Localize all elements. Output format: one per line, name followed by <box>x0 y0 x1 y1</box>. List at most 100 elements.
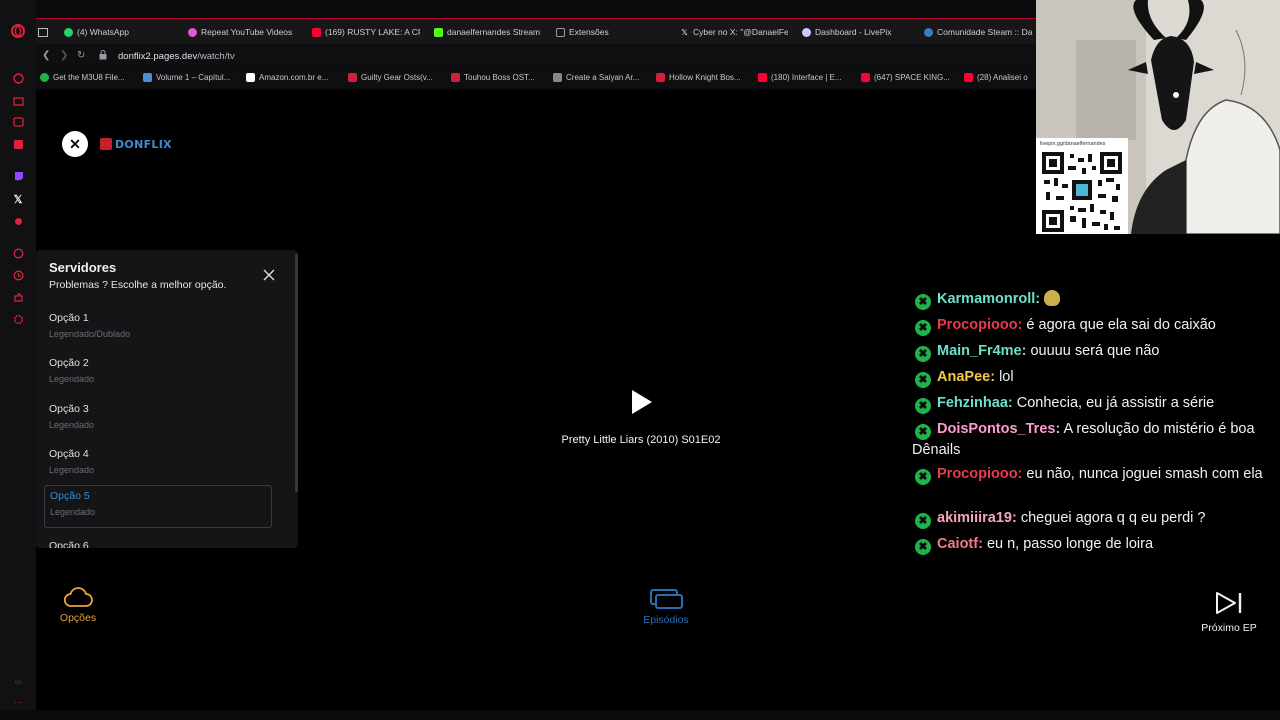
cloud-icon <box>63 587 93 607</box>
chat-username: Procopiooo: <box>937 317 1023 333</box>
bookmark-hollow-knight[interactable]: Hollow Knight Bos... <box>656 73 741 82</box>
kick-badge-icon: ✖ <box>915 539 931 555</box>
panel-scrollbar[interactable] <box>295 254 298 492</box>
tab-repeat-youtube[interactable]: Repeat YouTube Videos <box>188 25 296 39</box>
episodes-button[interactable]: Episódios <box>634 588 698 626</box>
chat-message: ✖ Main_Fr4me: ouuuu será que não <box>912 341 1280 362</box>
bookmark-interface[interactable]: (180) Interface | E... <box>758 73 842 82</box>
tab-kick-stream[interactable]: danaelfernandes Stream <box>434 25 540 39</box>
server-option-2[interactable]: Opção 2 Legendado <box>44 353 272 396</box>
extensions-icon[interactable] <box>10 289 26 305</box>
back-icon[interactable]: ❮ <box>42 50 50 61</box>
forward-icon[interactable]: ❯ <box>60 50 68 61</box>
bookmark-label: Create a Saiyan Ar... <box>566 73 640 82</box>
tab-label: Dashboard - LivePix <box>815 27 892 37</box>
youtube-icon <box>758 73 767 82</box>
option-label: Opção 6 <box>49 540 89 548</box>
option-subtitle: Legendado <box>50 507 96 517</box>
play-icon[interactable] <box>630 388 654 416</box>
amazon-icon <box>246 73 255 82</box>
next-episode-label: Próximo EP <box>1201 622 1257 634</box>
browser-sidebar: 𝕏 ▭ ··· <box>0 0 36 710</box>
tab-label: Repeat YouTube Videos <box>201 27 293 37</box>
opera-logo-icon[interactable] <box>10 23 26 39</box>
url-field[interactable]: donflix2.pages.dev/watch/tv <box>118 51 235 62</box>
episodes-label: Episódios <box>643 614 689 626</box>
bookmark-m3u8[interactable]: Get the M3U8 File... <box>40 73 125 82</box>
chat-text: é agora que ela sai do caixão <box>1026 317 1216 333</box>
options-button[interactable]: Opções <box>50 586 106 624</box>
bookmark-label: Touhou Boss OST... <box>464 73 535 82</box>
panel-title: Servidores <box>49 260 117 275</box>
tab-rusty-lake[interactable]: (169) RUSTY LAKE: A CR <box>312 25 420 39</box>
chat-text: lol <box>999 369 1014 385</box>
server-option-3[interactable]: Opção 3 Legendado <box>44 399 272 442</box>
history-icon[interactable] <box>10 245 26 261</box>
brand-name: DONFLIX <box>115 137 172 151</box>
tab-x-cyber[interactable]: 𝕏 Cyber no X: "@DanaelFe <box>680 25 788 39</box>
chat-username: akimiiira19: <box>937 510 1017 526</box>
tab-livepix[interactable]: Dashboard - LivePix <box>802 25 910 39</box>
tab-label: (4) WhatsApp <box>77 27 129 37</box>
server-option-6[interactable]: Opção 6 <box>44 536 272 548</box>
mail-icon[interactable] <box>10 136 26 152</box>
bookmark-touhou[interactable]: Touhou Boss OST... <box>451 73 535 82</box>
tab-steam[interactable]: Comunidade Steam :: Da <box>924 25 1036 39</box>
chat-text: cheguei agora q q eu perdi ? <box>1020 510 1206 526</box>
option-label: Opção 2 <box>49 357 89 369</box>
kick-badge-icon: ✖ <box>915 372 931 388</box>
chat-message: ✖ Procopiooo: eu não, nunca joguei smash … <box>912 464 1280 485</box>
next-episode-button[interactable]: Próximo EP <box>1194 590 1264 634</box>
bookmark-volume1[interactable]: Volume 1 – Capítul... <box>143 73 230 82</box>
option-label: Opção 1 <box>49 312 89 324</box>
server-option-5[interactable]: Opção 5 Legendado <box>44 485 272 528</box>
panel-subtitle: Problemas ? Escolhe a melhor opção. <box>49 279 227 291</box>
speed-dial-icon[interactable] <box>10 70 26 86</box>
kick-badge-icon: ✖ <box>915 398 931 414</box>
logo-mascot-icon <box>100 138 112 150</box>
tab-whatsapp[interactable]: (4) WhatsApp <box>64 25 180 39</box>
bookmark-label: (180) Interface | E... <box>771 73 842 82</box>
x-icon[interactable]: 𝕏 <box>10 191 26 207</box>
servers-panel: Servidores Problemas ? Escolhe a melhor … <box>36 250 298 548</box>
bookmark-favicon-icon <box>348 73 357 82</box>
tab-extensions[interactable]: Extensões <box>556 25 666 39</box>
chat-message: ✖ Fehzinhaa: Conhecia, eu já assistir a s… <box>912 393 1280 414</box>
kick-icon <box>434 27 443 37</box>
music-player-icon[interactable] <box>10 213 26 229</box>
chat-text: eu n, passo longe de loira <box>986 536 1154 552</box>
chat-text: eu não, nunca joguei smash com ela <box>1026 466 1263 482</box>
sidebar-setup-icon[interactable]: ▭ <box>10 674 26 690</box>
reload-icon[interactable]: ↻ <box>77 50 85 61</box>
tab-switcher-icon[interactable] <box>38 25 58 39</box>
bookmark-favicon-icon <box>451 73 460 82</box>
chat-username: Procopiooo: <box>937 466 1023 482</box>
server-option-1[interactable]: Opção 1 Legendado/Dublado <box>44 308 272 351</box>
twitch-icon[interactable] <box>10 168 26 184</box>
livepix-icon <box>802 27 811 37</box>
more-icon[interactable]: ··· <box>10 694 26 710</box>
bookmark-favicon-icon <box>143 73 152 82</box>
bookmark-label: (647) SPACE KING... <box>874 73 950 82</box>
bookmark-saiyan[interactable]: Create a Saiyan Ar... <box>553 73 639 82</box>
option-subtitle: Legendado <box>49 420 95 430</box>
close-icon[interactable] <box>262 268 276 282</box>
settings-icon[interactable] <box>10 311 26 327</box>
chat-username: DoisPontos_Tres: <box>937 421 1061 437</box>
clock-icon[interactable] <box>10 267 26 283</box>
bookmark-space-king[interactable]: (647) SPACE KING... <box>861 73 950 82</box>
option-subtitle: Legendado/Dublado <box>49 329 131 339</box>
server-option-4[interactable]: Opção 4 Legendado <box>44 444 272 487</box>
chat-username: Caiotf: <box>937 536 983 552</box>
messenger-icon[interactable] <box>10 114 26 130</box>
tab-label: Comunidade Steam :: Da <box>937 27 1033 37</box>
close-player-button[interactable]: ✕ <box>62 131 88 157</box>
bookmark-label: (28) Analisei o <box>977 73 1028 82</box>
bookmark-analisei[interactable]: (28) Analisei o <box>964 73 1028 82</box>
bookmark-guilty-gear[interactable]: Guilty Gear Osts(v... <box>348 73 433 82</box>
bookmark-amazon[interactable]: Amazon.com.br e... <box>246 73 328 82</box>
option-label: Opção 3 <box>49 403 89 415</box>
bookmark-favicon-icon <box>656 73 665 82</box>
donflix-logo[interactable]: DONFLIX <box>100 135 172 153</box>
wallet-icon[interactable] <box>10 93 26 109</box>
